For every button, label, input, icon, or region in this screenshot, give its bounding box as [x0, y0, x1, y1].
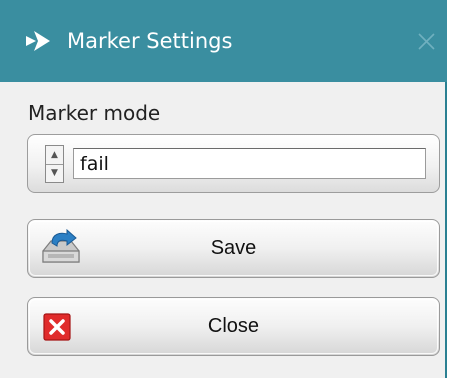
- marker-mode-label: Marker mode: [28, 101, 161, 125]
- window-close-icon[interactable]: [418, 33, 435, 50]
- marker-mode-input[interactable]: [73, 148, 426, 179]
- close-button-label: Close: [207, 315, 260, 337]
- marker-mode-spinbox: ▲ ▼: [27, 134, 440, 193]
- window-title: Marker Settings: [67, 29, 233, 53]
- spin-down-button[interactable]: ▼: [46, 164, 63, 182]
- title-bar[interactable]: Marker Settings: [0, 0, 447, 82]
- close-button[interactable]: Close: [27, 297, 440, 356]
- app-logo-icon: [26, 31, 50, 51]
- save-button[interactable]: Save: [27, 219, 440, 278]
- chevron-up-icon: ▲: [51, 149, 58, 160]
- close-red-x-icon: [43, 313, 71, 341]
- save-icon: [42, 229, 80, 263]
- spin-up-button[interactable]: ▲: [46, 146, 63, 165]
- spin-buttons: ▲ ▼: [45, 145, 64, 183]
- marker-settings-dialog: Marker Settings Marker mode ▲ ▼ Save: [0, 0, 447, 378]
- save-button-label: Save: [210, 237, 257, 259]
- chevron-down-icon: ▼: [51, 167, 58, 178]
